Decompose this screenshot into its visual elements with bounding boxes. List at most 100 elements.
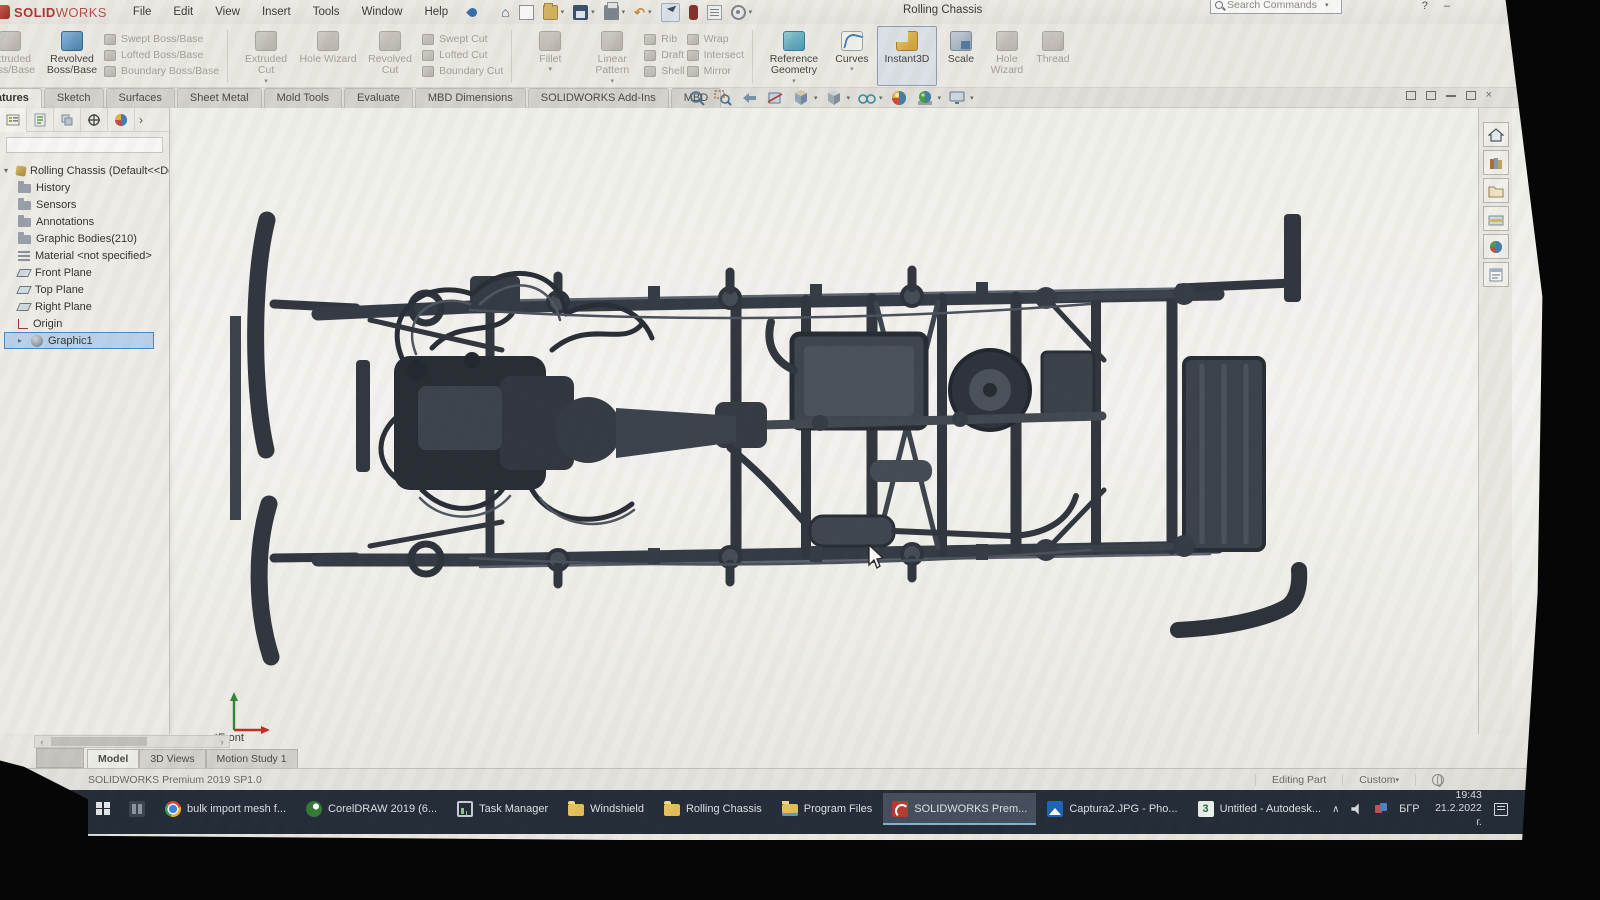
home-icon[interactable] — [1483, 122, 1509, 147]
new-window-icon[interactable] — [1426, 91, 1436, 100]
menu-insert[interactable]: Insert — [262, 6, 291, 18]
zoom-to-area-icon[interactable] — [714, 89, 733, 107]
expand-icon[interactable]: ▸ — [18, 336, 26, 345]
tab-mbd-dimensions[interactable]: MBD Dimensions — [415, 88, 526, 108]
swept-cut-button[interactable]: Swept Cut — [422, 33, 503, 45]
reference-geometry-button[interactable]: Reference Geometry▾ — [761, 26, 827, 84]
shell-button[interactable]: Shell — [644, 65, 684, 77]
start-button[interactable] — [88, 793, 118, 825]
options-gear-icon[interactable] — [731, 5, 746, 20]
panel-horizontal-scrollbar[interactable]: ‹ › — [34, 735, 230, 748]
tree-item-sensors[interactable]: Sensors — [4, 196, 169, 213]
revolved-cut-button[interactable]: Revolved Cut — [360, 26, 420, 77]
tab-sketch[interactable]: Sketch — [44, 88, 104, 108]
select-cursor-icon[interactable] — [661, 3, 680, 22]
pin-menu-icon[interactable] — [466, 6, 479, 19]
save-icon[interactable] — [573, 5, 588, 20]
tree-item-material[interactable]: Material <not specified> — [4, 247, 169, 264]
dimxpert-icon[interactable] — [81, 108, 108, 132]
view-settings-icon[interactable] — [948, 89, 967, 107]
search-caret-icon[interactable]: ▾ — [1325, 1, 1329, 9]
previous-view-icon[interactable] — [740, 89, 759, 107]
thread-button[interactable]: Thread — [1031, 26, 1075, 65]
extruded-cut-button[interactable]: Extruded Cut▾ — [236, 26, 296, 84]
zoom-to-fit-icon[interactable] — [688, 89, 707, 107]
configuration-manager-icon[interactable] — [54, 108, 81, 132]
tree-item-right-plane[interactable]: Right Plane — [4, 298, 169, 315]
undo-icon[interactable]: ↶ — [634, 5, 645, 20]
panel-expand-icon[interactable]: › — [139, 113, 143, 127]
fillet-button[interactable]: Fillet▾ — [520, 26, 580, 72]
tab-3d-views[interactable]: 3D Views — [139, 749, 205, 768]
keyboard-language[interactable]: БГР — [1399, 803, 1420, 815]
tree-item-origin[interactable]: Origin — [4, 315, 169, 332]
taskbar-folder-rolling-chassis[interactable]: Rolling Chassis — [655, 793, 771, 825]
section-view-icon[interactable] — [766, 89, 785, 107]
rebuild-icon[interactable] — [689, 5, 698, 20]
taskbar-folder-windshield[interactable]: Windshield — [559, 793, 653, 825]
tab-model[interactable]: Model — [87, 749, 139, 768]
linear-pattern-button[interactable]: Linear Pattern▾ — [582, 26, 642, 84]
mirror-button[interactable]: Mirror — [687, 65, 744, 77]
view-orientation-icon[interactable] — [792, 89, 811, 107]
appearances-icon[interactable] — [1483, 234, 1509, 259]
scroll-track[interactable] — [49, 736, 215, 747]
taskbar-autodesk[interactable]: 3Untitled - Autodesk... — [1189, 793, 1331, 825]
tree-item-annotations[interactable]: Annotations — [4, 213, 169, 230]
lofted-cut-button[interactable]: Lofted Cut — [422, 49, 503, 61]
new-document-icon[interactable] — [519, 5, 534, 20]
tree-item-top-plane[interactable]: Top Plane — [4, 281, 169, 298]
file-properties-icon[interactable] — [707, 5, 722, 20]
scroll-left-icon[interactable]: ‹ — [35, 737, 49, 747]
home-icon[interactable]: ⌂ — [501, 5, 509, 19]
graphics-area[interactable]: *Front › ▾ Rolling Chassis (Default<<Def… — [0, 108, 1600, 768]
scroll-right-icon[interactable]: › — [215, 737, 229, 747]
open-folder-icon[interactable] — [543, 5, 558, 20]
lofted-boss-base-button[interactable]: Lofted Boss/Base — [104, 49, 219, 61]
property-manager-icon[interactable] — [27, 108, 54, 132]
taskbar-program-files[interactable]: Program Files — [773, 793, 881, 825]
wrap-button[interactable]: Wrap — [687, 33, 744, 45]
feature-manager-icon[interactable] — [0, 108, 27, 132]
taskbar-clock[interactable]: 19:43 21.2.2022 г. — [1432, 789, 1482, 828]
units-selector[interactable]: Custom▾ — [1342, 774, 1415, 786]
taskbar-chrome[interactable]: bulk import mesh f... — [156, 793, 295, 825]
tab-mold-tools[interactable]: Mold Tools — [264, 88, 342, 108]
rib-button[interactable]: Rib — [644, 33, 684, 45]
hole-wizard-button-2[interactable]: Hole Wizard — [985, 26, 1029, 77]
taskbar-coreldraw[interactable]: CorelDRAW 2019 (6... — [297, 793, 446, 825]
tab-features[interactable]: Features — [0, 88, 42, 108]
maximize-document-icon[interactable] — [1466, 91, 1476, 100]
extruded-boss-base-button[interactable]: Extruded Boss/Base — [0, 26, 40, 77]
menu-tools[interactable]: Tools — [313, 6, 340, 18]
volume-icon[interactable] — [1351, 803, 1363, 815]
tab-surfaces[interactable]: Surfaces — [106, 88, 175, 108]
menu-view[interactable]: View — [215, 6, 240, 18]
tray-expand-icon[interactable]: ∧ — [1332, 804, 1339, 815]
design-library-icon[interactable] — [1483, 150, 1509, 175]
tag-globe-icon[interactable] — [1415, 774, 1460, 786]
intersect-button[interactable]: Intersect — [687, 49, 744, 61]
help-icon[interactable]: ? — [1422, 0, 1428, 12]
display-manager-icon[interactable] — [108, 108, 135, 132]
apply-scene-icon[interactable] — [916, 89, 935, 107]
draft-button[interactable]: Draft — [644, 49, 684, 61]
tree-item-history[interactable]: History — [4, 179, 169, 196]
chassis-model-top-view[interactable] — [170, 108, 1512, 756]
hole-wizard-button[interactable]: Hole Wizard — [298, 26, 358, 65]
scroll-thumb[interactable] — [51, 737, 147, 746]
close-document-icon[interactable]: × — [1486, 91, 1492, 100]
expand-icon[interactable]: ▾ — [4, 166, 12, 175]
instant3d-button[interactable]: Instant3D — [877, 26, 937, 86]
tree-item-graphic1[interactable]: ▸Graphic1 — [4, 332, 154, 349]
taskbar-solidworks[interactable]: SOLIDWORKS Prem... — [883, 793, 1036, 825]
tab-motion-study[interactable]: Motion Study 1 — [206, 749, 298, 768]
tree-item-graphic-bodies[interactable]: Graphic Bodies(210) — [4, 230, 169, 247]
hide-show-items-icon[interactable] — [857, 89, 876, 107]
restore-icon[interactable] — [1406, 91, 1416, 100]
menu-help[interactable]: Help — [424, 6, 448, 18]
minimize-icon[interactable]: – — [1444, 0, 1450, 12]
tray-app-icon[interactable] — [1375, 803, 1387, 815]
scale-button[interactable]: Scale — [939, 26, 983, 65]
menu-edit[interactable]: Edit — [173, 6, 193, 18]
